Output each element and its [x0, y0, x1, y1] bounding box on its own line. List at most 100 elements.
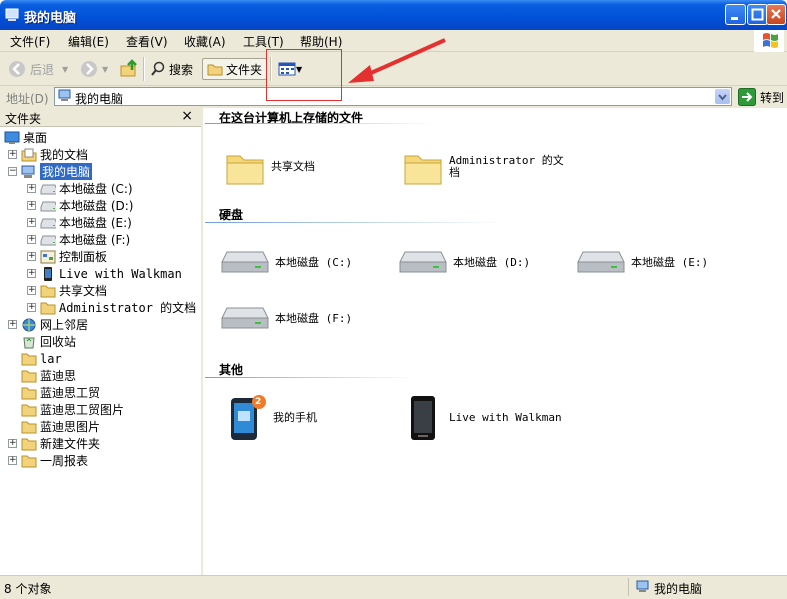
tree-item[interactable]: + 我的文档 [8, 146, 88, 163]
tree-item-label: 蓝迪思图片 [40, 420, 101, 434]
expand-toggle-icon[interactable]: + [27, 286, 36, 295]
group-divider [205, 123, 435, 124]
item-admin-docs[interactable]: Administrator 的文档 [403, 148, 567, 186]
tree-item[interactable]: + Live with Walkman [27, 265, 182, 282]
tree-item[interactable]: + 控制面板 [27, 248, 107, 265]
item-shared-docs[interactable]: 共享文档 [225, 148, 315, 186]
close-button[interactable] [766, 4, 786, 25]
tree-item[interactable]: 回收站 [8, 333, 76, 350]
folder-icon [40, 301, 59, 315]
tree-item-label: 我的文档 [40, 148, 89, 162]
search-button[interactable]: 搜索 [150, 58, 193, 80]
menu-tools[interactable]: 工具(T) [243, 33, 284, 50]
expand-toggle-icon[interactable]: − [8, 167, 17, 176]
network-icon [21, 318, 40, 332]
back-button[interactable]: 后退 ▼ [8, 58, 68, 80]
expand-toggle-icon[interactable]: + [8, 150, 17, 159]
folder-icon [21, 437, 40, 451]
tree-item[interactable]: + 一周报表 [8, 452, 88, 469]
chevron-down-icon: ▼ [102, 64, 109, 74]
address-dropdown-button[interactable] [715, 89, 730, 104]
group-header-other: 其他 [219, 363, 244, 377]
tree-item[interactable]: 蓝迪思 [8, 367, 76, 384]
expand-toggle-icon[interactable]: + [8, 439, 17, 448]
tree-item[interactable]: + 新建文件夹 [8, 435, 100, 452]
group-header-hard-drives: 硬盘 [219, 208, 244, 222]
up-folder-button[interactable] [119, 58, 139, 80]
close-pane-button[interactable]: × [181, 108, 193, 124]
desktop-icon [4, 131, 23, 145]
tree-item-label: 网上邻居 [40, 318, 89, 332]
minimize-button[interactable] [725, 4, 746, 25]
tree-item-label: 本地磁盘 (F:) [59, 233, 131, 247]
tree-item[interactable]: 蓝迪思工贸图片 [8, 401, 124, 418]
tree-item[interactable]: + 本地磁盘 (F:) [27, 231, 130, 248]
expand-toggle-icon[interactable]: + [27, 184, 36, 193]
folder-icon [404, 155, 442, 185]
item-label: 本地磁盘 (C:) [275, 256, 353, 269]
minimize-icon [731, 17, 738, 20]
tree-item-label: 共享文档 [59, 284, 108, 298]
tree-item-label: 蓝迪思工贸图片 [40, 403, 125, 417]
tree-item[interactable]: + 本地磁盘 (D:) [27, 197, 133, 214]
folders-label: 文件夹 [226, 62, 263, 77]
tree-item-label: 我的电脑 [40, 163, 93, 180]
address-value: 我的电脑 [75, 92, 124, 106]
expand-toggle-icon[interactable]: + [27, 235, 36, 244]
expand-toggle-icon[interactable]: + [27, 201, 36, 210]
tree-item[interactable]: + 网上邻居 [8, 316, 88, 333]
item-live-with-walkman[interactable]: Live with Walkman [407, 394, 562, 442]
drive-icon [40, 182, 59, 196]
tree-item[interactable]: 桌面 [4, 129, 47, 146]
forward-button[interactable]: ▼ [80, 58, 108, 80]
folder-pane: 文件夹 × 桌面 + 我的文档 − 我的电脑 + 本地磁盘 (C:) + 本地磁盘 (D:) + 本… [0, 108, 203, 575]
folder-icon [21, 403, 40, 417]
item-drive-d[interactable]: 本地磁盘 (D:) [399, 248, 530, 278]
status-location: 我的电脑 [654, 582, 703, 596]
maximize-button[interactable] [747, 4, 768, 25]
tree-item[interactable]: + 共享文档 [27, 282, 107, 299]
menu-file[interactable]: 文件(F) [10, 33, 50, 50]
forward-arrow-icon [81, 61, 97, 77]
item-label: 我的手机 [273, 411, 317, 424]
address-input[interactable]: 我的电脑 [54, 87, 732, 106]
expand-toggle-icon[interactable]: + [27, 303, 36, 312]
expand-toggle-icon[interactable]: + [27, 252, 36, 261]
folders-button[interactable]: 文件夹 [202, 58, 268, 80]
folder-pane-header: 文件夹 × [0, 108, 201, 127]
folder-icon [226, 155, 264, 185]
item-drive-f[interactable]: 本地磁盘 (F:) [221, 304, 352, 334]
hard-drive-icon [399, 251, 447, 273]
item-my-phone[interactable]: 2 我的手机 [229, 394, 317, 442]
title-bar[interactable]: 我的电脑 [0, 0, 787, 30]
menu-favorites[interactable]: 收藏(A) [184, 33, 226, 50]
tree-item[interactable]: lar [8, 350, 62, 367]
item-drive-c[interactable]: 本地磁盘 (C:) [221, 248, 352, 278]
tree-item[interactable]: + 本地磁盘 (E:) [27, 214, 132, 231]
control-panel-icon [40, 250, 59, 264]
drive-icon [40, 216, 59, 230]
tree-item-label: 一周报表 [40, 454, 89, 468]
menu-edit[interactable]: 编辑(E) [68, 33, 109, 50]
expand-toggle-icon[interactable]: + [8, 456, 17, 465]
phone-icon [231, 395, 266, 440]
drive-icon [40, 233, 59, 247]
tree-item[interactable]: + Administrator 的文档 [27, 299, 196, 316]
folder-icon [21, 369, 40, 383]
search-icon [151, 61, 165, 76]
menu-view[interactable]: 查看(V) [126, 33, 168, 50]
tree-item[interactable]: + 本地磁盘 (C:) [27, 180, 133, 197]
tree-item[interactable]: 蓝迪思图片 [8, 418, 100, 435]
recycle-bin-icon [21, 335, 40, 349]
tree-item[interactable]: − 我的电脑 [8, 163, 93, 180]
menu-help[interactable]: 帮助(H) [300, 33, 342, 50]
item-drive-e[interactable]: 本地磁盘 (E:) [577, 248, 708, 278]
expand-toggle-icon[interactable]: + [27, 269, 36, 278]
expand-toggle-icon[interactable]: + [27, 218, 36, 227]
tree-item[interactable]: 蓝迪思工贸 [8, 384, 100, 401]
go-button[interactable]: 转到 [738, 88, 784, 106]
close-icon [771, 9, 781, 19]
tree-item-label: 桌面 [23, 131, 48, 145]
expand-toggle-icon[interactable]: + [8, 320, 17, 329]
group-divider [205, 377, 415, 378]
